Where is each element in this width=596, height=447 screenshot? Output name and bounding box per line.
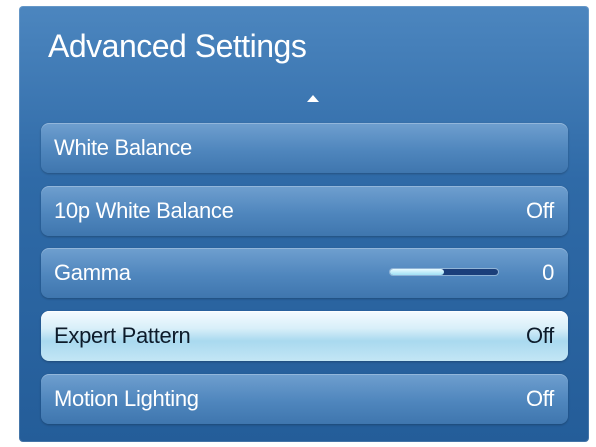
- menu-item-value: Off: [525, 323, 554, 348]
- page-title: Advanced Settings: [48, 28, 307, 64]
- menu-item-value: Off: [525, 386, 554, 411]
- menu-item-white-balance[interactable]: White Balance: [41, 123, 568, 173]
- menu-item-label: Gamma: [54, 260, 131, 285]
- menu-item-label: Expert Pattern: [54, 323, 191, 348]
- menu-item-motion-lighting[interactable]: Motion Lighting Off: [41, 374, 568, 424]
- menu-item-expert-pattern[interactable]: Expert Pattern Off: [41, 311, 568, 361]
- menu-item-label: 10p White Balance: [54, 198, 234, 223]
- menu-item-value: Off: [525, 198, 554, 223]
- menu-item-label: White Balance: [54, 135, 192, 160]
- menu-item-gamma[interactable]: Gamma 0: [41, 248, 568, 298]
- menu-item-label: Motion Lighting: [54, 386, 199, 411]
- advanced-settings-panel: Advanced Settings White Balance 10p Whit…: [19, 6, 589, 442]
- gamma-slider[interactable]: [390, 269, 498, 275]
- menu-item-value: 0: [542, 260, 554, 285]
- gamma-slider-fill: [390, 269, 444, 275]
- menu-item-10p-white-balance[interactable]: 10p White Balance Off: [41, 186, 568, 236]
- up-arrow-icon[interactable]: [307, 95, 319, 102]
